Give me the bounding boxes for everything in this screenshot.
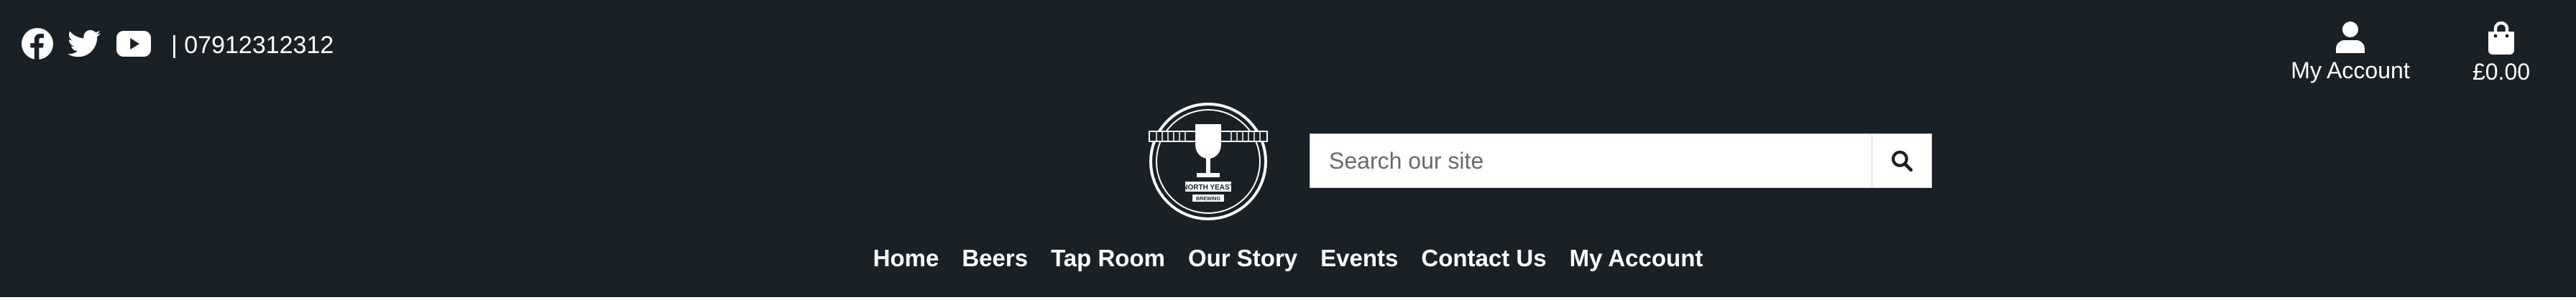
basket-total: £0.00 [2472, 59, 2531, 85]
basket-link[interactable]: £0.00 [2458, 22, 2544, 86]
search-button[interactable] [1872, 133, 1932, 188]
nav-item-my-account[interactable]: My Account [1570, 241, 1703, 276]
facebook-icon[interactable] [22, 27, 53, 63]
phone-number: | 07912312312 [171, 32, 334, 59]
user-icon [2336, 22, 2365, 53]
twitter-icon[interactable] [68, 29, 101, 62]
shopping-bag-icon [2488, 22, 2514, 55]
social-links: | 07912312312 [22, 27, 334, 63]
nav-item-events[interactable]: Events [1320, 241, 1398, 276]
my-account-link[interactable]: My Account [2286, 22, 2415, 85]
search-input[interactable] [1310, 133, 1872, 188]
nav-item-contact-us[interactable]: Contact Us [1421, 241, 1546, 276]
search-form [1310, 133, 1932, 188]
site-header: | 07912312312 My Account £0.00 NORTH YEA… [0, 0, 2576, 297]
logo-text-line1: NORTH YEAST [1182, 184, 1234, 192]
nav-item-our-story[interactable]: Our Story [1188, 241, 1297, 276]
youtube-icon[interactable] [116, 30, 151, 60]
search-icon [1891, 150, 1913, 172]
my-account-label: My Account [2291, 57, 2410, 83]
logo-text-line2: BREWING [1196, 197, 1220, 202]
nav-item-beers[interactable]: Beers [962, 241, 1028, 276]
nav-item-tap-room[interactable]: Tap Room [1051, 241, 1165, 276]
north-yeast-brewing-logo[interactable]: NORTH YEAST BREWING [1148, 101, 1269, 222]
nav-item-home[interactable]: Home [873, 241, 939, 276]
main-nav: Home Beers Tap Room Our Story Events Con… [0, 241, 2576, 276]
